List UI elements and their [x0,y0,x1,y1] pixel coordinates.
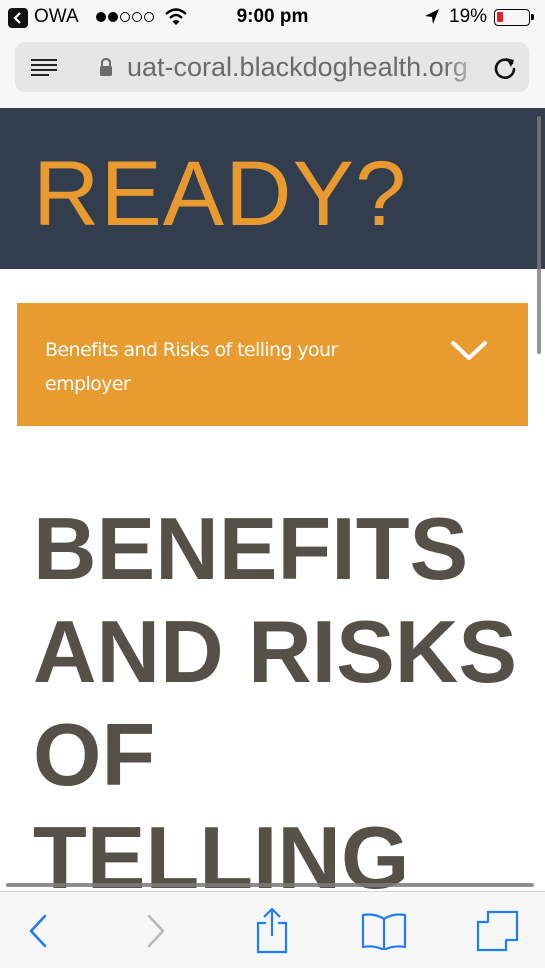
tabs-button[interactable] [474,892,520,968]
url-text[interactable]: uat-coral.blackdoghealth.org [127,52,487,83]
battery-percent: 19% [449,6,488,27]
status-bar: OWA 9:00 pm 19% [0,0,545,36]
vertical-scroll-indicator [537,116,541,354]
chevron-down-icon[interactable] [450,339,488,363]
share-icon [256,907,288,953]
battery-icon [494,9,534,26]
battery-level-fill [497,12,503,22]
tabs-icon [476,910,519,951]
article-heading: BENEFITS AND RISKS OF TELLING [33,499,518,907]
forward-button[interactable] [138,892,174,968]
hero-title: READY? [33,143,408,245]
browser-address-area: uat-coral.blackdoghealth.org [0,36,545,108]
reload-icon[interactable] [492,55,518,81]
browser-toolbar [0,891,545,968]
lock-icon [98,57,114,77]
location-arrow-icon [424,8,440,32]
topic-dropdown-label: Benefits and Risks of telling your emplo… [45,339,338,395]
share-button[interactable] [252,892,292,968]
chevron-left-icon [29,914,47,947]
horizontal-scroll-indicator [6,883,534,887]
back-button[interactable] [20,892,56,968]
book-icon [361,912,407,950]
screen: OWA 9:00 pm 19% uat-coral.blackdoghealth… [0,0,545,968]
hero-banner: READY? [0,108,545,269]
address-bar[interactable]: uat-coral.blackdoghealth.org [15,42,529,92]
bookmarks-button[interactable] [360,892,408,968]
topic-dropdown[interactable]: Benefits and Risks of telling your emplo… [17,303,528,426]
chevron-right-icon [147,914,165,947]
reader-icon[interactable] [31,59,57,77]
